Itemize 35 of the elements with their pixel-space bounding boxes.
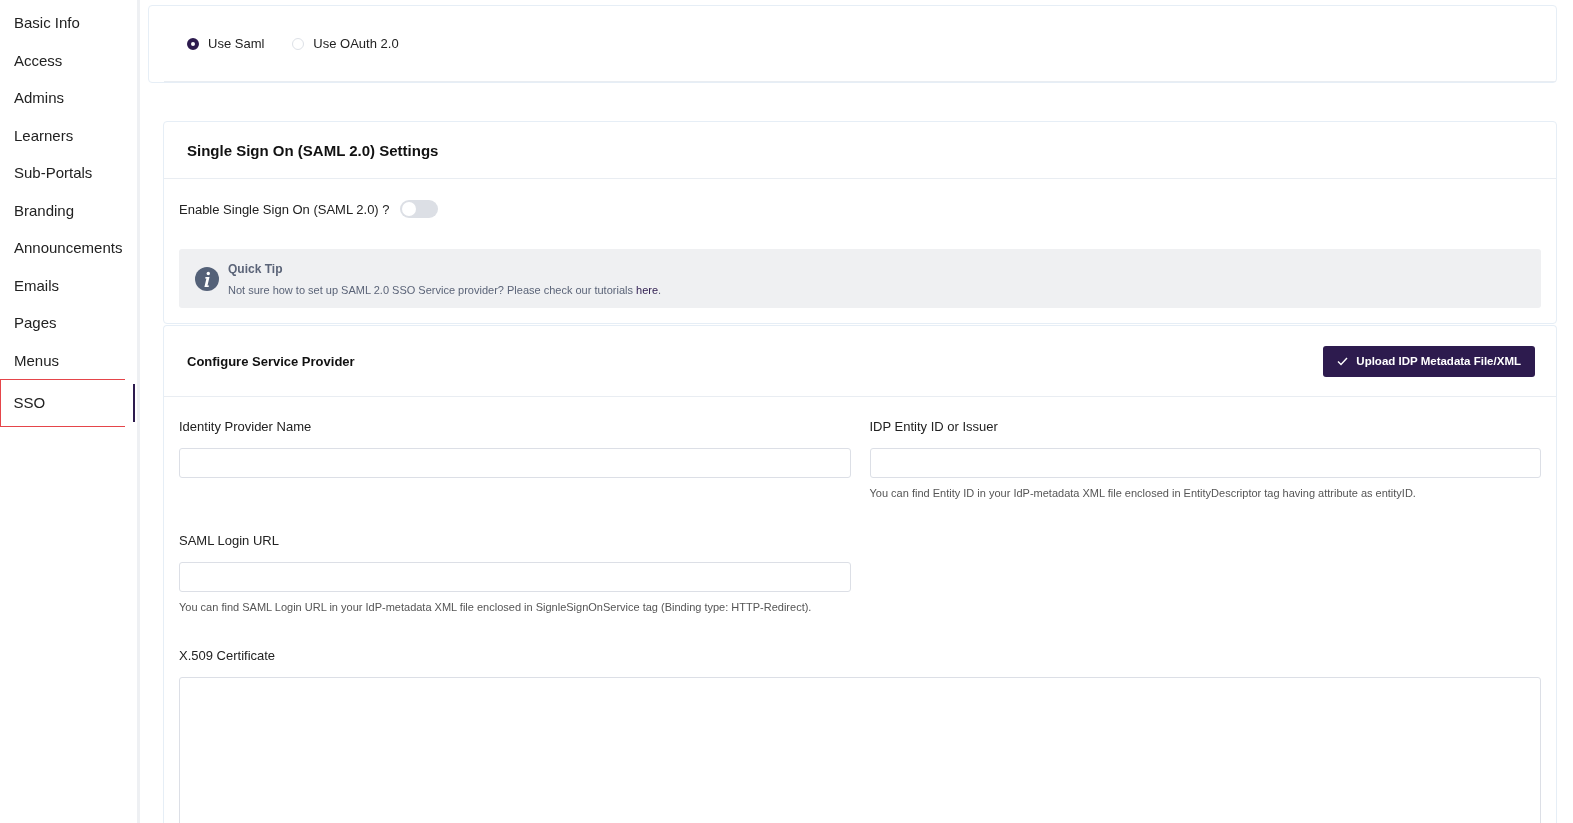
sidebar-item[interactable]: Admins	[0, 79, 68, 117]
toggle-switch[interactable]	[399, 200, 438, 218]
toggle-label: Enable Single Sign On (SAML 2.0) ?	[179, 201, 390, 217]
input-field[interactable]	[869, 448, 1541, 478]
sidebar-item[interactable]: Basic Info	[0, 4, 83, 42]
sidebar-item[interactable]: Learners	[0, 116, 77, 154]
sidebar-item[interactable]: Access	[0, 41, 66, 79]
sidebar-item[interactable]: Pages	[0, 304, 60, 342]
tutorials-link[interactable]: here	[636, 283, 659, 296]
sidebar-item[interactable]: SSO	[0, 379, 125, 427]
help-text: You can find Entity ID in your IdP-metadata XML file enclosed in EntityDescriptor tag having attribute as entityID.	[869, 487, 1416, 499]
radio-button[interactable]	[187, 37, 199, 50]
field-label: SAML Login URL	[179, 533, 279, 548]
tip-title: Quick Tip	[228, 261, 284, 276]
help-text: You can find SAML Login URL in your IdP-metadata XML file enclosed in SignleSignOnService tag (Binding type: HTTP-Redirect).	[179, 601, 812, 613]
input-field[interactable]	[179, 448, 851, 478]
section-title: Single Sign On (SAML 2.0) Settings	[187, 141, 439, 159]
check-icon	[1337, 356, 1349, 366]
radio-label[interactable]: Use OAuth 2.0	[313, 36, 399, 51]
field-label: IDP Entity ID or Issuer	[869, 419, 998, 434]
info-icon	[195, 266, 219, 291]
certificate-text-area[interactable]	[179, 677, 1541, 823]
sidebar-item[interactable]: Branding	[0, 191, 78, 229]
section-title: Configure Service Provider	[187, 353, 355, 369]
sidebar-item[interactable]: Emails	[0, 266, 62, 304]
upload-metadata-button[interactable]: Upload IDP Metadata File/XML	[1323, 345, 1535, 377]
sidebar-item[interactable]: Menus	[0, 341, 63, 379]
sidebar-item[interactable]: Announcements	[0, 229, 126, 267]
tip-text: Not sure how to set up SAML 2.0 SSO Service provider? Please check our tutorials here.	[228, 283, 662, 296]
radio-label[interactable]: Use Saml	[208, 36, 265, 51]
input-field[interactable]	[179, 562, 851, 592]
active-indicator	[133, 384, 135, 422]
field-label: X.509 Certificate	[179, 648, 276, 663]
sidebar-item[interactable]: Sub-Portals	[0, 154, 96, 192]
field-label: Identity Provider Name	[179, 419, 312, 434]
